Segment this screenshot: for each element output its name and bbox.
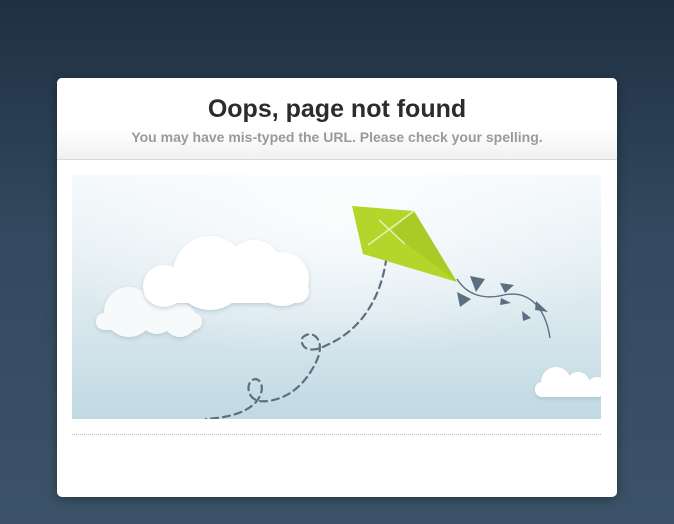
card-header: Oops, page not found You may have mis-ty… bbox=[57, 78, 617, 160]
illustration-svg bbox=[72, 175, 601, 419]
page-subtitle: You may have mis-typed the URL. Please c… bbox=[131, 129, 543, 145]
content-divider bbox=[72, 434, 601, 435]
kite-illustration bbox=[72, 175, 601, 419]
page-title: Oops, page not found bbox=[207, 95, 467, 123]
error-card: Oops, page not found You may have mis-ty… bbox=[57, 78, 617, 497]
